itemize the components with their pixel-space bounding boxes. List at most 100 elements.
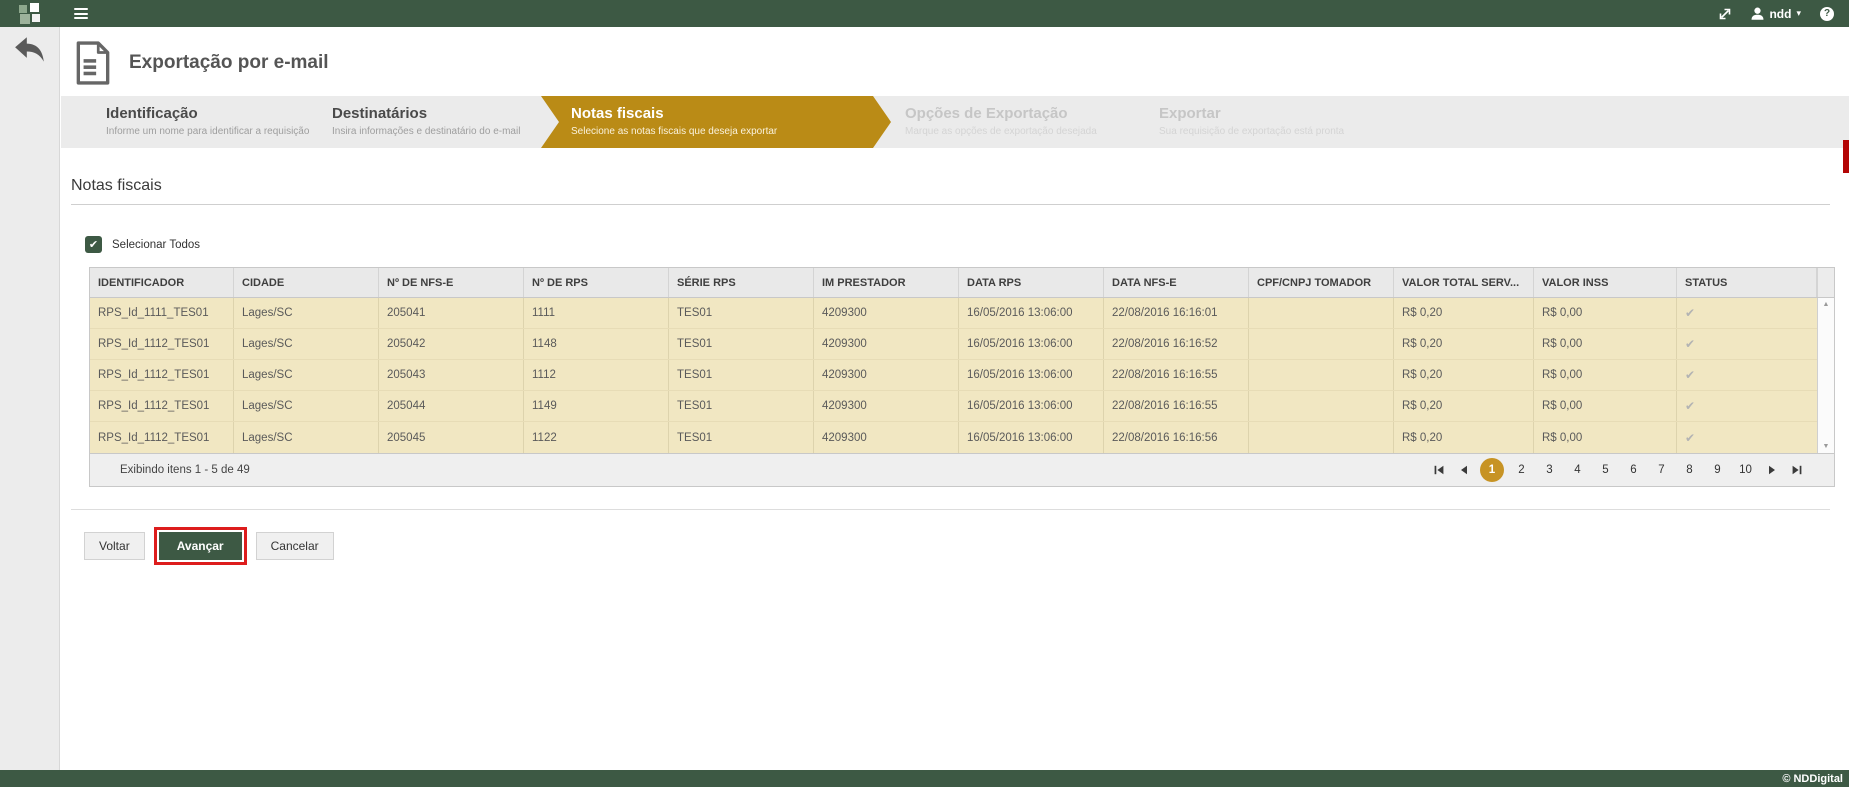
user-name: ndd	[1769, 7, 1791, 21]
status-check-icon: ✔	[1685, 399, 1695, 413]
status-check-icon: ✔	[1685, 306, 1695, 320]
divider	[71, 204, 1830, 205]
back-arrow-icon[interactable]	[13, 36, 47, 66]
page-header: Exportação por e-mail	[61, 27, 1849, 96]
table-cell: 4209300	[814, 391, 959, 421]
column-header[interactable]: IM PRESTADOR	[814, 268, 959, 297]
table-cell: R$ 0,20	[1394, 391, 1534, 421]
table-cell: R$ 0,00	[1534, 422, 1677, 453]
pagination-prev-icon[interactable]	[1455, 465, 1473, 475]
table-cell	[1249, 360, 1394, 390]
pagination-next-icon[interactable]	[1763, 465, 1781, 475]
app-logo[interactable]	[0, 3, 61, 24]
table-cell: Lages/SC	[234, 329, 379, 359]
table-cell	[1249, 329, 1394, 359]
table-row[interactable]: RPS_Id_1112_TES01Lages/SC2050421148TES01…	[90, 329, 1817, 360]
column-header[interactable]: VALOR TOTAL SERV...	[1394, 268, 1534, 297]
next-button[interactable]: Avançar	[159, 532, 242, 560]
document-icon	[75, 41, 111, 85]
table-cell: R$ 0,00	[1534, 329, 1677, 359]
column-header[interactable]: CIDADE	[234, 268, 379, 297]
help-icon[interactable]: ?	[1820, 7, 1834, 21]
divider	[71, 509, 1830, 510]
pagination-page[interactable]: 1	[1480, 458, 1504, 482]
pagination-first-icon[interactable]	[1430, 465, 1448, 475]
step-notas-fiscais-active[interactable]: Notas fiscais Selecione as notas fiscais…	[541, 96, 891, 148]
column-header[interactable]: VALOR INSS	[1534, 268, 1677, 297]
step-destinatarios[interactable]: Destinatários Insira informações e desti…	[296, 96, 541, 148]
pagination-page[interactable]: 2	[1511, 458, 1532, 482]
pagination-page[interactable]: 6	[1623, 458, 1644, 482]
column-header[interactable]: IDENTIFICADOR	[90, 268, 234, 297]
table-cell: RPS_Id_1111_TES01	[90, 298, 234, 328]
table-cell: 4209300	[814, 360, 959, 390]
pagination-page[interactable]: 10	[1735, 458, 1756, 482]
pagination-page[interactable]: 4	[1567, 458, 1588, 482]
cancel-button[interactable]: Cancelar	[256, 532, 334, 560]
edge-red-tab[interactable]	[1843, 140, 1849, 173]
back-button[interactable]: Voltar	[84, 532, 145, 560]
pagination: 123456789 10	[1430, 458, 1806, 482]
table-cell: TES01	[669, 360, 814, 390]
step-subtitle: Marque as opções de exportação desejada	[905, 126, 1150, 137]
column-header[interactable]: STATUS	[1677, 268, 1817, 297]
table-cell	[1249, 422, 1394, 453]
table-cell: R$ 0,00	[1534, 360, 1677, 390]
table-row[interactable]: RPS_Id_1111_TES01Lages/SC2050411111TES01…	[90, 298, 1817, 329]
table-cell: Lages/SC	[234, 422, 379, 453]
table-row[interactable]: RPS_Id_1112_TES01Lages/SC2050451122TES01…	[90, 422, 1817, 453]
column-header[interactable]: SÉRIE RPS	[669, 268, 814, 297]
pagination-page[interactable]: 5	[1595, 458, 1616, 482]
pagination-page[interactable]: 8	[1679, 458, 1700, 482]
table-cell: 205041	[379, 298, 524, 328]
column-header[interactable]: Nº DE RPS	[524, 268, 669, 297]
table-cell: RPS_Id_1112_TES01	[90, 391, 234, 421]
column-header[interactable]: DATA RPS	[959, 268, 1104, 297]
table-cell: TES01	[669, 422, 814, 453]
column-header[interactable]: Nº DE NFS-E	[379, 268, 524, 297]
fullscreen-expand-icon[interactable]	[1718, 7, 1732, 21]
pagination-last-icon[interactable]	[1788, 465, 1806, 475]
table-cell: 16/05/2016 13:06:00	[959, 360, 1104, 390]
table-cell: 4209300	[814, 422, 959, 453]
step-subtitle: Insira informações e destinatário do e-m…	[332, 126, 541, 137]
invoices-table: IDENTIFICADORCIDADENº DE NFS-ENº DE RPSS…	[89, 267, 1835, 487]
table-cell: TES01	[669, 298, 814, 328]
table-cell: 22/08/2016 16:16:01	[1104, 298, 1249, 328]
page-title: Exportação por e-mail	[129, 52, 329, 74]
step-title: Exportar	[1159, 105, 1470, 122]
step-exportar: Exportar Sua requisição de exportação es…	[1150, 96, 1470, 148]
pagination-page[interactable]: 9	[1707, 458, 1728, 482]
table-cell: 205045	[379, 422, 524, 453]
table-cell: 22/08/2016 16:16:56	[1104, 422, 1249, 453]
app-footer: © NDDigital	[0, 770, 1849, 787]
table-cell: 1122	[524, 422, 669, 453]
pagination-page[interactable]: 7	[1651, 458, 1672, 482]
main-content: Exportação por e-mail Identificação Info…	[61, 27, 1849, 770]
table-scrollbar[interactable]: ▲ ▼	[1817, 298, 1834, 453]
table-header-row: IDENTIFICADORCIDADENº DE NFS-ENº DE RPSS…	[90, 268, 1834, 298]
step-subtitle: Selecione as notas fiscais que deseja ex…	[571, 126, 891, 137]
hamburger-menu-icon[interactable]	[74, 6, 88, 22]
select-all-label: Selecionar Todos	[112, 239, 200, 251]
table-cell: Lages/SC	[234, 298, 379, 328]
column-header[interactable]: CPF/CNPJ TOMADOR	[1249, 268, 1394, 297]
table-cell: R$ 0,20	[1394, 422, 1534, 453]
table-row[interactable]: RPS_Id_1112_TES01Lages/SC2050431112TES01…	[90, 360, 1817, 391]
table-cell: R$ 0,00	[1534, 391, 1677, 421]
table-cell: 22/08/2016 16:16:52	[1104, 329, 1249, 359]
table-cell: 4209300	[814, 329, 959, 359]
scroll-up-icon[interactable]: ▲	[1823, 301, 1830, 308]
step-identificacao[interactable]: Identificação Informe um nome para ident…	[61, 96, 296, 148]
table-cell: R$ 0,20	[1394, 360, 1534, 390]
column-header[interactable]: DATA NFS-E	[1104, 268, 1249, 297]
top-bar: ndd ▾ ?	[0, 0, 1849, 27]
scroll-down-icon[interactable]: ▼	[1823, 443, 1830, 450]
status-cell: ✔	[1677, 422, 1817, 453]
table-cell: TES01	[669, 329, 814, 359]
pagination-page[interactable]: 3	[1539, 458, 1560, 482]
table-row[interactable]: RPS_Id_1112_TES01Lages/SC2050441149TES01…	[90, 391, 1817, 422]
select-all-checkbox[interactable]: ✔	[85, 236, 102, 253]
table-cell: 205042	[379, 329, 524, 359]
user-menu[interactable]: ndd ▾	[1751, 7, 1801, 21]
